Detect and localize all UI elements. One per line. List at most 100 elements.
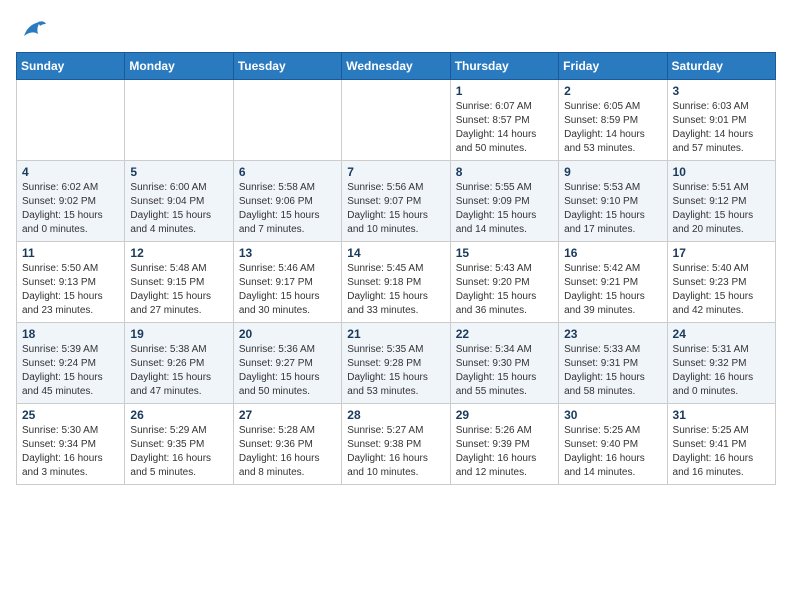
day-info: Sunrise: 5:58 AM Sunset: 9:06 PM Dayligh… — [239, 181, 336, 237]
calendar-cell: 7 Sunrise: 5:56 AM Sunset: 9:07 PM Daylig… — [342, 161, 450, 242]
day-number: 18 — [22, 327, 119, 341]
calendar-cell: 22Sunrise: 5:34 AM Sunset: 9:30 PM Dayli… — [450, 323, 558, 404]
calendar-cell: 20 Sunrise: 5:36 AM Sunset: 9:27 PM Dayli… — [233, 323, 341, 404]
day-info: Sunrise: 6:07 AM Sunset: 8:57 PM Dayligh… — [456, 100, 553, 156]
day-info: Sunrise: 5:36 AM Sunset: 9:27 PM Dayligh… — [239, 343, 336, 399]
day-number: 2 — [564, 84, 661, 98]
calendar-cell: 6 Sunrise: 5:58 AM Sunset: 9:06 PM Daylig… — [233, 161, 341, 242]
calendar-cell: 1 Sunrise: 6:07 AM Sunset: 8:57 PM Daylig… — [450, 80, 558, 161]
day-number: 16 — [564, 246, 661, 260]
calendar-cell: 29 Sunrise: 5:26 AM Sunset: 9:39 PM Dayli… — [450, 404, 558, 485]
day-number: 25 — [22, 408, 119, 422]
day-info: Sunrise: 5:53 AM Sunset: 9:10 PM Dayligh… — [564, 181, 661, 237]
day-info: Sunrise: 5:55 AM Sunset: 9:09 PM Dayligh… — [456, 181, 553, 237]
day-number: 13 — [239, 246, 336, 260]
week-row-3: 11 Sunrise: 5:50 AM Sunset: 9:13 PM Dayli… — [17, 242, 776, 323]
day-info: Sunrise: 5:25 AM Sunset: 9:40 PM Dayligh… — [564, 424, 661, 480]
day-number: 11 — [22, 246, 119, 260]
day-number: 6 — [239, 165, 336, 179]
week-row-4: 18 Sunrise: 5:39 AM Sunset: 9:24 PM Dayli… — [17, 323, 776, 404]
day-info: Sunrise: 5:48 AM Sunset: 9:15 PM Dayligh… — [130, 262, 227, 318]
calendar-cell: 18 Sunrise: 5:39 AM Sunset: 9:24 PM Dayli… — [17, 323, 125, 404]
calendar-cell: 26 Sunrise: 5:29 AM Sunset: 9:35 PM Dayli… — [125, 404, 233, 485]
day-info: Sunrise: 5:28 AM Sunset: 9:36 PM Dayligh… — [239, 424, 336, 480]
weekday-saturday: Saturday — [667, 53, 775, 80]
weekday-header-row: SundayMondayTuesdayWednesdayThursdayFrid… — [17, 53, 776, 80]
day-info: Sunrise: 5:43 AM Sunset: 9:20 PM Dayligh… — [456, 262, 553, 318]
calendar-cell: 24 Sunrise: 5:31 AM Sunset: 9:32 PM Dayli… — [667, 323, 775, 404]
day-info: Sunrise: 6:03 AM Sunset: 9:01 PM Dayligh… — [673, 100, 770, 156]
logo — [16, 16, 52, 44]
day-info: Sunrise: 6:05 AM Sunset: 8:59 PM Dayligh… — [564, 100, 661, 156]
calendar-cell: 17 Sunrise: 5:40 AM Sunset: 9:23 PM Dayli… — [667, 242, 775, 323]
calendar-cell: 13 Sunrise: 5:46 AM Sunset: 9:17 PM Dayli… — [233, 242, 341, 323]
day-number: 1 — [456, 84, 553, 98]
day-number: 3 — [673, 84, 770, 98]
day-info: Sunrise: 5:39 AM Sunset: 9:24 PM Dayligh… — [22, 343, 119, 399]
day-number: 21 — [347, 327, 444, 341]
calendar-cell: 28 Sunrise: 5:27 AM Sunset: 9:38 PM Dayli… — [342, 404, 450, 485]
calendar-body: 1 Sunrise: 6:07 AM Sunset: 8:57 PM Daylig… — [17, 80, 776, 485]
day-info: Sunrise: 6:02 AM Sunset: 9:02 PM Dayligh… — [22, 181, 119, 237]
calendar-cell: 11 Sunrise: 5:50 AM Sunset: 9:13 PM Dayli… — [17, 242, 125, 323]
calendar-cell: 27 Sunrise: 5:28 AM Sunset: 9:36 PM Dayli… — [233, 404, 341, 485]
day-info: Sunrise: 5:46 AM Sunset: 9:17 PM Dayligh… — [239, 262, 336, 318]
weekday-thursday: Thursday — [450, 53, 558, 80]
day-number: 10 — [673, 165, 770, 179]
day-number: 20 — [239, 327, 336, 341]
weekday-friday: Friday — [559, 53, 667, 80]
day-info: Sunrise: 5:29 AM Sunset: 9:35 PM Dayligh… — [130, 424, 227, 480]
day-info: Sunrise: 5:27 AM Sunset: 9:38 PM Dayligh… — [347, 424, 444, 480]
day-number: 9 — [564, 165, 661, 179]
weekday-wednesday: Wednesday — [342, 53, 450, 80]
calendar-cell: 5Sunrise: 6:00 AM Sunset: 9:04 PM Daylig… — [125, 161, 233, 242]
day-number: 14 — [347, 246, 444, 260]
day-number: 31 — [673, 408, 770, 422]
day-number: 17 — [673, 246, 770, 260]
calendar-cell — [233, 80, 341, 161]
calendar-cell: 23Sunrise: 5:33 AM Sunset: 9:31 PM Dayli… — [559, 323, 667, 404]
day-number: 7 — [347, 165, 444, 179]
calendar-cell — [17, 80, 125, 161]
day-info: Sunrise: 5:42 AM Sunset: 9:21 PM Dayligh… — [564, 262, 661, 318]
day-info: Sunrise: 5:26 AM Sunset: 9:39 PM Dayligh… — [456, 424, 553, 480]
day-info: Sunrise: 5:45 AM Sunset: 9:18 PM Dayligh… — [347, 262, 444, 318]
day-info: Sunrise: 5:56 AM Sunset: 9:07 PM Dayligh… — [347, 181, 444, 237]
day-info: Sunrise: 5:25 AM Sunset: 9:41 PM Dayligh… — [673, 424, 770, 480]
day-info: Sunrise: 5:30 AM Sunset: 9:34 PM Dayligh… — [22, 424, 119, 480]
day-number: 12 — [130, 246, 227, 260]
day-number: 26 — [130, 408, 227, 422]
day-info: Sunrise: 5:50 AM Sunset: 9:13 PM Dayligh… — [22, 262, 119, 318]
calendar-cell: 14 Sunrise: 5:45 AM Sunset: 9:18 PM Dayli… — [342, 242, 450, 323]
day-info: Sunrise: 5:35 AM Sunset: 9:28 PM Dayligh… — [347, 343, 444, 399]
calendar-cell: 21 Sunrise: 5:35 AM Sunset: 9:28 PM Dayli… — [342, 323, 450, 404]
calendar-cell: 30Sunrise: 5:25 AM Sunset: 9:40 PM Dayli… — [559, 404, 667, 485]
calendar-cell: 15Sunrise: 5:43 AM Sunset: 9:20 PM Dayli… — [450, 242, 558, 323]
day-number: 29 — [456, 408, 553, 422]
calendar-cell: 12 Sunrise: 5:48 AM Sunset: 9:15 PM Dayli… — [125, 242, 233, 323]
calendar-cell: 9 Sunrise: 5:53 AM Sunset: 9:10 PM Daylig… — [559, 161, 667, 242]
day-info: Sunrise: 5:40 AM Sunset: 9:23 PM Dayligh… — [673, 262, 770, 318]
calendar-cell: 31 Sunrise: 5:25 AM Sunset: 9:41 PM Dayli… — [667, 404, 775, 485]
calendar-table: SundayMondayTuesdayWednesdayThursdayFrid… — [16, 52, 776, 485]
calendar-cell — [342, 80, 450, 161]
day-number: 8 — [456, 165, 553, 179]
day-number: 28 — [347, 408, 444, 422]
calendar-cell: 4Sunrise: 6:02 AM Sunset: 9:02 PM Daylig… — [17, 161, 125, 242]
calendar-cell: 2 Sunrise: 6:05 AM Sunset: 8:59 PM Daylig… — [559, 80, 667, 161]
calendar-cell: 19 Sunrise: 5:38 AM Sunset: 9:26 PM Dayli… — [125, 323, 233, 404]
calendar-cell: 25 Sunrise: 5:30 AM Sunset: 9:34 PM Dayli… — [17, 404, 125, 485]
calendar-cell: 10Sunrise: 5:51 AM Sunset: 9:12 PM Dayli… — [667, 161, 775, 242]
week-row-1: 1 Sunrise: 6:07 AM Sunset: 8:57 PM Daylig… — [17, 80, 776, 161]
calendar-cell: 3 Sunrise: 6:03 AM Sunset: 9:01 PM Daylig… — [667, 80, 775, 161]
day-number: 19 — [130, 327, 227, 341]
week-row-5: 25 Sunrise: 5:30 AM Sunset: 9:34 PM Dayli… — [17, 404, 776, 485]
day-number: 24 — [673, 327, 770, 341]
day-info: Sunrise: 5:38 AM Sunset: 9:26 PM Dayligh… — [130, 343, 227, 399]
day-info: Sunrise: 6:00 AM Sunset: 9:04 PM Dayligh… — [130, 181, 227, 237]
weekday-tuesday: Tuesday — [233, 53, 341, 80]
day-info: Sunrise: 5:31 AM Sunset: 9:32 PM Dayligh… — [673, 343, 770, 399]
weekday-monday: Monday — [125, 53, 233, 80]
day-number: 27 — [239, 408, 336, 422]
week-row-2: 4Sunrise: 6:02 AM Sunset: 9:02 PM Daylig… — [17, 161, 776, 242]
